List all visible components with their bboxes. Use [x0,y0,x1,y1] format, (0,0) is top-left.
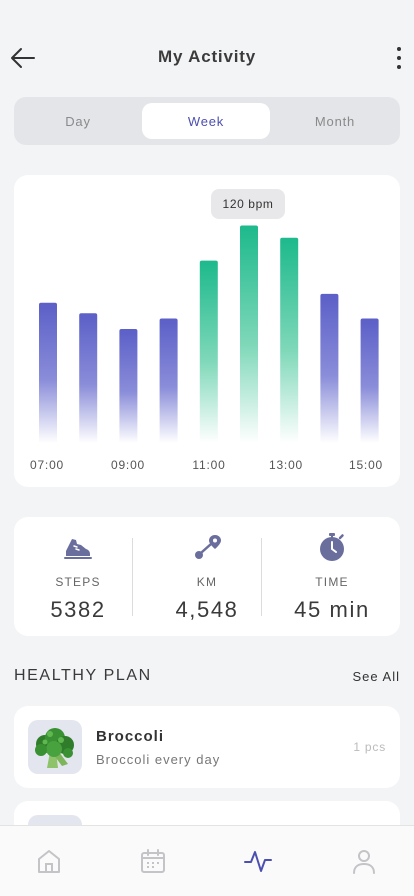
bottom-nav [0,825,414,896]
x-tick-label: 09:00 [110,458,146,472]
chart-bar[interactable] [240,225,258,444]
stat-value: 45 min [294,597,370,622]
chart-bar[interactable] [79,313,98,443]
header: My Activity [0,0,414,96]
plan-item-name: Broccoli [96,728,165,745]
stat-label: KM [196,575,218,589]
broccoli-icon [35,728,74,768]
stat-steps: STEPS 5382 [14,517,142,636]
plan-item[interactable]: Broccoli Broccoli every day 1 pcs [14,706,400,788]
route-icon [195,535,221,559]
stopwatch-icon [320,533,344,561]
stat-label: STEPS [55,575,101,589]
chart-tooltip: 120 bpm [211,189,285,219]
plan-thumbnail [28,720,82,774]
profile-icon [353,850,375,874]
x-tick-label: 11:00 [192,458,226,472]
nav-home[interactable] [34,846,64,876]
stat-time: TIME 45 min [268,517,396,636]
stat-km: KM 4,548 [143,517,271,636]
chart-bar[interactable] [280,237,299,443]
more-vertical-icon [397,47,401,51]
home-icon [38,850,60,873]
tab-day[interactable]: Day [14,103,142,139]
chart-bar[interactable] [119,329,138,443]
more-menu-button[interactable] [394,46,404,70]
nav-profile[interactable] [349,846,379,876]
stats-card: STEPS 5382 KM 4,548 TIME 45 min [14,517,400,636]
nav-calendar[interactable] [138,846,168,876]
stat-value: 4,548 [175,597,239,622]
divider [132,538,133,616]
section-title: HEALTHY PLAN [14,667,152,684]
chart-bar[interactable] [39,302,57,443]
activity-chart-card: 120 bpm 07:00 09:00 11:00 13:00 15:00 [14,175,400,487]
stat-value: 5382 [50,597,106,622]
chart-bar[interactable] [159,318,178,444]
x-tick-label: 15:00 [348,458,384,472]
shoe-icon [64,539,92,559]
x-tick-label: 07:00 [29,458,65,472]
activity-bar-chart [39,225,379,444]
tab-week[interactable]: Week [142,103,270,139]
page-title: My Activity [158,47,256,66]
plan-item-desc: Broccoli every day [96,752,221,767]
chart-bar[interactable] [199,260,218,443]
period-segmented-control: Day Week Month [14,97,400,145]
calendar-icon [141,849,165,873]
activity-icon [244,851,272,872]
chart-bar[interactable] [360,318,379,444]
nav-activity[interactable] [243,846,273,876]
tab-month[interactable]: Month [271,103,399,139]
x-tick-label: 13:00 [268,458,304,472]
stat-label: TIME [315,575,349,589]
plan-item-qty: 1 pcs [353,740,386,754]
see-all-link[interactable]: See All [353,669,400,684]
divider [261,538,262,616]
chart-bar[interactable] [320,293,339,443]
